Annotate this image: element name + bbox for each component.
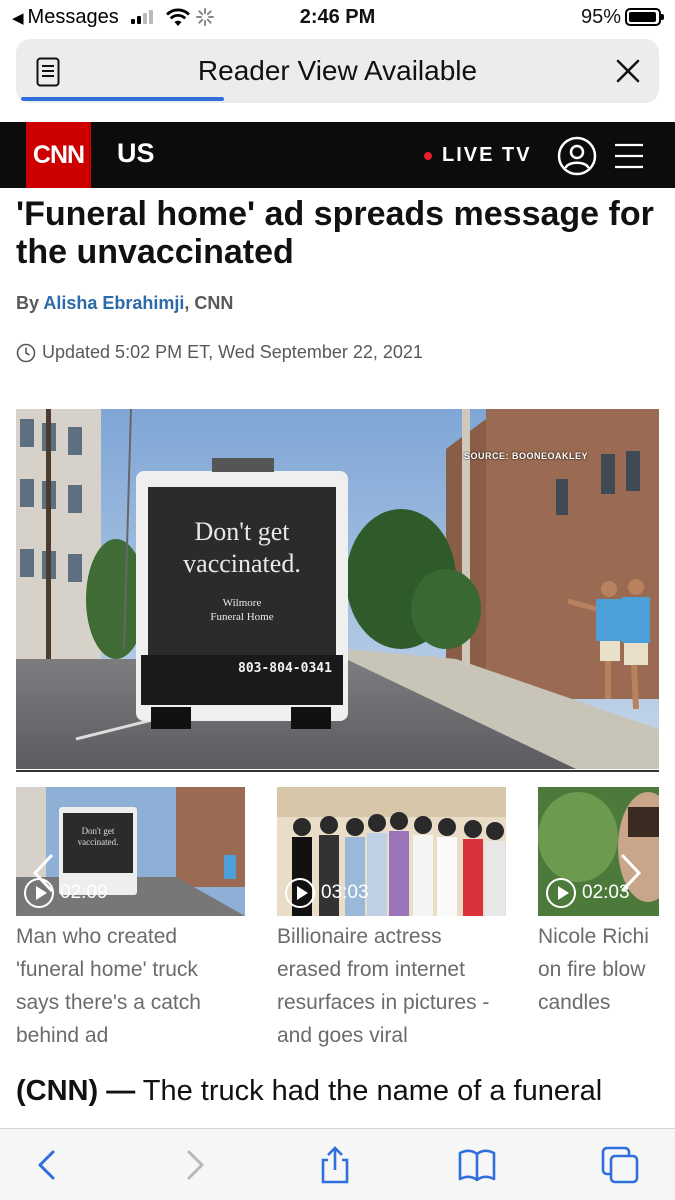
by-prefix: By: [16, 293, 44, 313]
carousel-prev-icon[interactable]: [30, 852, 56, 894]
section-title[interactable]: US: [117, 138, 155, 169]
truck-brand: Wilmore: [222, 597, 262, 609]
truck-sign-line2: vaccinated.: [183, 549, 301, 578]
share-icon[interactable]: [315, 1145, 355, 1185]
battery-nub: [661, 14, 664, 20]
image-source-label: SOURCE: BOONEOAKLEY: [463, 451, 588, 461]
reader-view-text[interactable]: Reader View Available: [16, 55, 659, 87]
lede-dateline: (CNN) —: [16, 1075, 136, 1107]
user-icon[interactable]: [557, 136, 597, 176]
updated-text: Updated 5:02 PM ET, Wed September 22, 20…: [42, 342, 423, 362]
battery-fill: [629, 12, 656, 22]
video-card-3[interactable]: 02:03 Nicole Richi on fire blow candles: [538, 787, 675, 1019]
forward-icon[interactable]: [174, 1145, 214, 1185]
video-card-2[interactable]: 03:03 Billionaire actress erased from in…: [277, 787, 506, 1052]
article-lede: (CNN) — The truck had the name of a fune…: [16, 1075, 602, 1108]
bookmarks-icon[interactable]: [457, 1145, 497, 1185]
divider-rule: [16, 770, 659, 772]
reader-view-bar[interactable]: Reader View Available: [16, 39, 659, 103]
status-time: 2:46 PM: [299, 6, 376, 28]
article-headline: 'Funeral home' ad spreads message for th…: [16, 195, 654, 271]
truck-phone: 803-804-0341: [238, 661, 332, 676]
page-load-progress: [21, 97, 224, 101]
video-card-1[interactable]: Don't get vaccinated. 02:09 Man who crea…: [16, 787, 245, 1052]
svg-text:Don't get: Don't get: [82, 826, 115, 836]
carousel-next-icon[interactable]: [618, 852, 644, 894]
close-icon[interactable]: [615, 58, 641, 84]
play-icon: [285, 878, 315, 908]
battery-icon: [625, 8, 664, 26]
hero-video-image[interactable]: Don't get vaccinated. Wilmore Funeral Ho…: [16, 409, 659, 769]
video-caption[interactable]: Man who created 'funeral home' truck say…: [16, 920, 245, 1052]
video-caption[interactable]: Billionaire actress erased from internet…: [277, 920, 506, 1052]
tabs-icon[interactable]: [600, 1145, 640, 1185]
clock-icon: [16, 343, 36, 362]
truck-brand-2: Funeral Home: [210, 611, 274, 623]
cnn-logo[interactable]: CNN: [26, 122, 91, 188]
browser-toolbar: [0, 1128, 675, 1200]
video-thumbnail[interactable]: 03:03: [277, 787, 506, 916]
menu-icon[interactable]: [614, 142, 644, 170]
play-badge: 02:03: [546, 878, 630, 908]
lede-text: The truck had the name of a funeral: [135, 1075, 603, 1107]
status-bar: ◀ Messages 2:46 PM 95%: [0, 0, 675, 36]
live-tv-link[interactable]: LIVE TV: [424, 144, 532, 167]
play-icon: [546, 878, 576, 908]
live-tv-label: LIVE TV: [442, 144, 532, 166]
back-icon[interactable]: [28, 1145, 68, 1185]
outlet-suffix: , CNN: [184, 293, 234, 313]
video-duration: 02:09: [60, 882, 108, 903]
author-link[interactable]: Alisha Ebrahimji: [43, 293, 184, 313]
video-duration: 03:03: [321, 882, 369, 903]
svg-text:vaccinated.: vaccinated.: [78, 837, 119, 847]
play-badge: 03:03: [285, 878, 369, 908]
hero-scene: [16, 409, 659, 769]
cnn-header: CNN US LIVE TV: [0, 122, 675, 188]
byline: By Alisha Ebrahimji, CNN: [16, 293, 233, 314]
video-caption[interactable]: Nicole Richi on fire blow candles: [538, 920, 675, 1019]
live-dot-icon: [424, 151, 432, 160]
truck-sign-line1: Don't get: [194, 517, 290, 546]
battery-percent: 95%: [580, 6, 621, 28]
updated-timestamp: Updated 5:02 PM ET, Wed September 22, 20…: [16, 342, 423, 363]
